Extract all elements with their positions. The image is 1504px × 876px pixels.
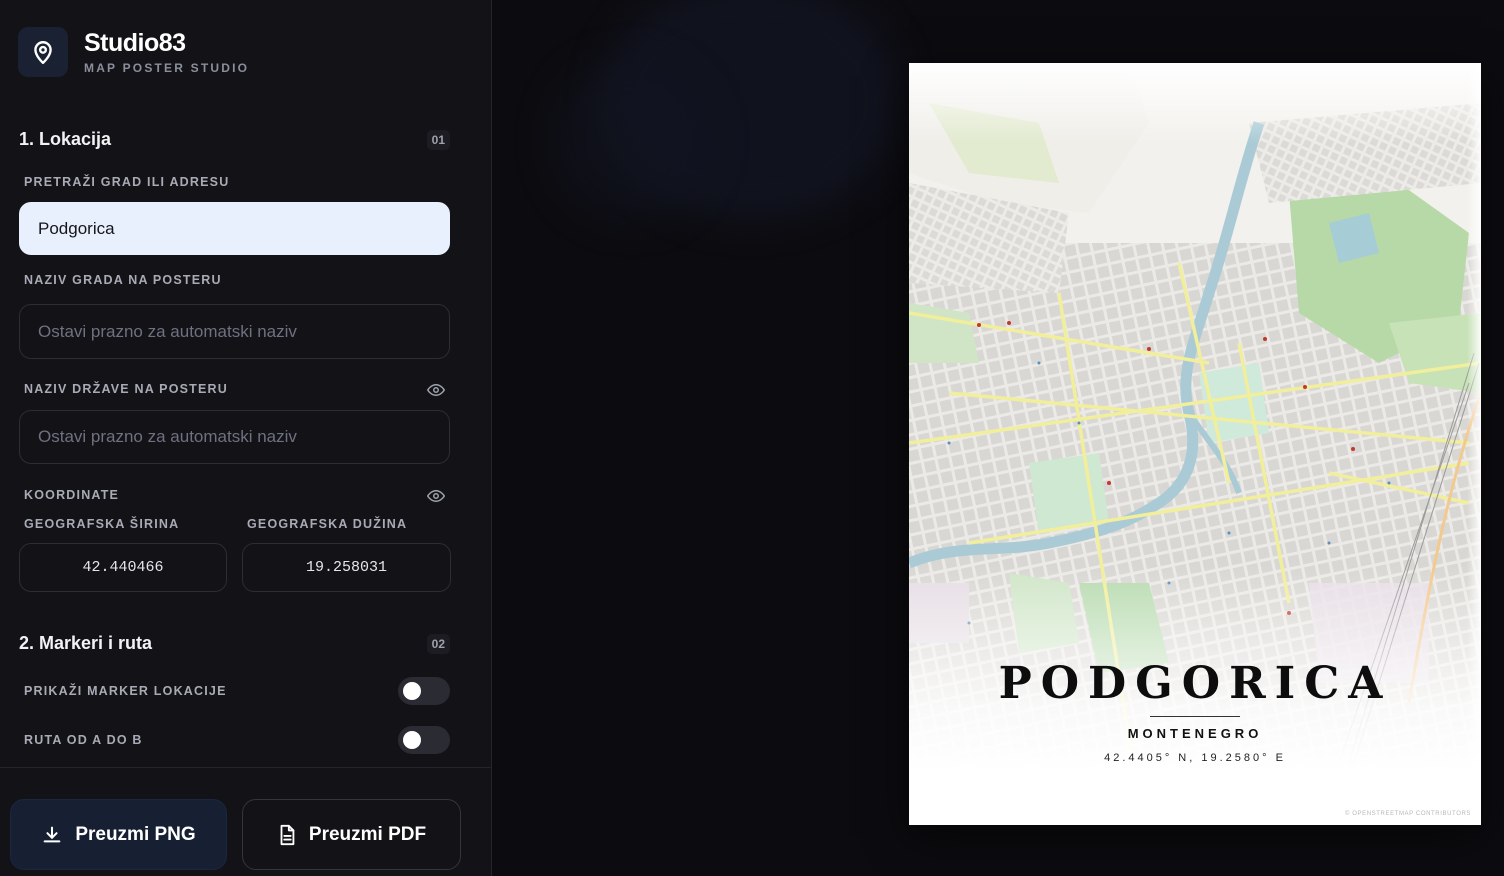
map-poster: PODGORICA MONTENEGRO 42.4405° N, 19.2580… <box>909 63 1481 825</box>
poster-country-name: MONTENEGRO <box>1127 726 1263 741</box>
poster-coordinates: 42.4405° N, 19.2580° E <box>1104 752 1286 764</box>
download-pdf-label: Preuzmi PDF <box>308 823 427 845</box>
route-toggle[interactable] <box>398 726 450 754</box>
toggle-knob <box>403 731 421 749</box>
app-title: Studio83 <box>84 29 186 57</box>
document-icon <box>277 824 297 846</box>
marker-toggle[interactable] <box>398 677 450 705</box>
map-fade-top <box>909 63 1481 143</box>
sidebar: Studio83 MAP POSTER STUDIO 1. Lokacija 0… <box>0 0 492 876</box>
marker-toggle-label: PRIKAŽI MARKER LOKACIJE <box>24 684 227 698</box>
section-markers-header: 2. Markeri i ruta 02 <box>19 633 450 654</box>
section-location-header: 1. Lokacija 01 <box>19 129 450 150</box>
brand: Studio83 MAP POSTER STUDIO <box>18 27 249 77</box>
download-png-button[interactable]: Preuzmi PNG <box>10 799 227 870</box>
city-name-placeholder: Ostavi prazno za automatski naziv <box>38 321 297 341</box>
city-name-label: NAZIV GRADA NA POSTERU <box>24 273 222 287</box>
download-pdf-button[interactable]: Preuzmi PDF <box>242 799 461 870</box>
eye-icon[interactable] <box>427 383 445 397</box>
country-name-input[interactable]: Ostavi prazno za automatski naziv <box>19 410 450 464</box>
section-number: 02 <box>426 633 450 654</box>
longitude-value: 19.258031 <box>305 559 387 576</box>
background-glow <box>552 60 712 220</box>
section-number: 01 <box>426 129 450 150</box>
latitude-value: 42.440466 <box>82 559 164 576</box>
download-png-label: Preuzmi PNG <box>75 823 196 845</box>
section-title: 1. Lokacija <box>19 129 112 149</box>
preview-stage: PODGORICA MONTENEGRO 42.4405° N, 19.2580… <box>492 0 1504 876</box>
country-name-label: NAZIV DRŽAVE NA POSTERU <box>24 382 228 396</box>
search-label: PRETRAŽI GRAD ILI ADRESU <box>24 175 230 189</box>
toggle-knob <box>403 682 421 700</box>
longitude-input[interactable]: 19.258031 <box>242 543 451 592</box>
search-input-value: Podgorica <box>38 218 115 238</box>
longitude-label: GEOGRAFSKA DUŽINA <box>247 517 408 531</box>
download-icon <box>41 824 63 846</box>
city-name-input[interactable]: Ostavi prazno za automatski naziv <box>19 304 450 359</box>
section-title: 2. Markeri i ruta <box>19 633 153 653</box>
map-pin-icon <box>18 27 68 77</box>
app-subtitle: MAP POSTER STUDIO <box>84 61 250 75</box>
map-attribution: © OPENSTREETMAP CONTRIBUTORS <box>1344 811 1471 817</box>
poster-divider <box>1150 716 1240 717</box>
latitude-input[interactable]: 42.440466 <box>19 543 227 592</box>
coordinates-label: KOORDINATE <box>24 488 120 502</box>
poster-city-name: PODGORICA <box>998 658 1392 709</box>
download-footer: Preuzmi PNG Preuzmi PDF <box>0 767 491 876</box>
country-name-placeholder: Ostavi prazno za automatski naziv <box>38 427 297 446</box>
latitude-label: GEOGRAFSKA ŠIRINA <box>24 517 180 531</box>
eye-icon[interactable] <box>427 489 445 503</box>
route-toggle-label: RUTA OD A DO B <box>24 733 143 747</box>
search-input[interactable]: Podgorica <box>19 202 450 255</box>
